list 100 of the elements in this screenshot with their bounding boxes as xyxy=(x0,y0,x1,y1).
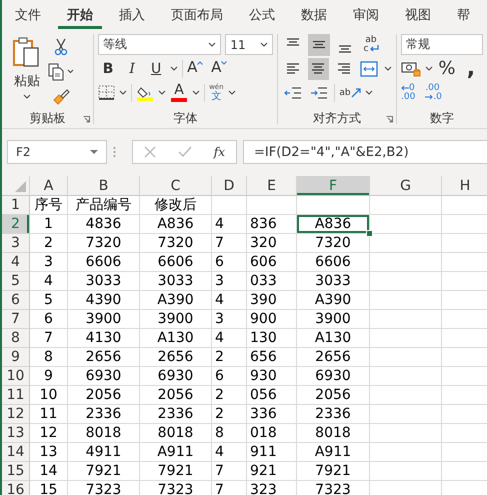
table-cell: 320 xyxy=(247,234,297,253)
column-header[interactable]: A xyxy=(30,176,68,196)
dialog-launcher-icon[interactable] xyxy=(386,116,394,123)
dropdown-triangle-icon xyxy=(90,150,98,154)
ribbon-tab[interactable]: 插入 xyxy=(110,0,154,30)
table-cell xyxy=(212,196,247,215)
caret-icon xyxy=(158,90,166,95)
table-cell xyxy=(370,291,442,310)
table-cell: 3900 xyxy=(68,310,140,329)
left-arrow-icon xyxy=(400,85,409,91)
fill-handle[interactable] xyxy=(366,230,373,237)
name-box[interactable]: F2 xyxy=(7,140,107,164)
check-icon[interactable] xyxy=(178,146,192,158)
column-header[interactable]: C xyxy=(140,176,212,196)
paste-button[interactable]: 粘贴 xyxy=(12,34,42,108)
row-header[interactable]: 15 xyxy=(2,462,30,481)
caret-icon xyxy=(365,90,374,95)
orientation-button[interactable]: ab xyxy=(339,82,362,104)
row-header[interactable]: 10 xyxy=(2,367,30,386)
table-cell xyxy=(370,253,442,272)
row-header[interactable]: 4 xyxy=(2,253,30,272)
row-header[interactable]: 1 xyxy=(2,196,30,215)
row-header[interactable]: 8 xyxy=(2,329,30,348)
table-cell: 900 xyxy=(247,310,297,329)
paint-bucket-icon xyxy=(136,84,154,100)
table-cell: 1 xyxy=(30,215,68,234)
row-header[interactable]: 16 xyxy=(2,481,30,495)
table-cell: 018 xyxy=(247,424,297,443)
table-cell xyxy=(370,386,442,405)
comma-style-button[interactable]: , xyxy=(460,58,481,79)
table-cell: A130 xyxy=(297,329,370,348)
row-header[interactable]: 14 xyxy=(2,443,30,462)
table-cell: 12 xyxy=(30,424,68,443)
row-header[interactable]: 11 xyxy=(2,386,30,405)
column-header[interactable]: F xyxy=(297,176,370,196)
right-arrow-icon xyxy=(425,94,434,100)
vertical-align-button[interactable] xyxy=(308,34,330,56)
table-cell: 921 xyxy=(247,462,297,481)
italic-button[interactable]: I xyxy=(122,58,142,79)
align-icon xyxy=(287,38,300,46)
table-cell: 4130 xyxy=(68,329,140,348)
increase-decimal-button[interactable]: 0 .00 xyxy=(400,84,416,102)
row-header[interactable]: 12 xyxy=(2,405,30,424)
row-header[interactable]: 2 xyxy=(2,215,30,234)
grow-font-button[interactable]: A xyxy=(187,58,208,79)
row-header[interactable]: 13 xyxy=(2,424,30,443)
percent-button[interactable]: % xyxy=(436,58,457,79)
bold-button[interactable]: B xyxy=(98,58,118,79)
copy-button[interactable] xyxy=(48,61,74,82)
wrap-text-button[interactable]: ab c xyxy=(360,34,382,56)
triangle-icon xyxy=(15,181,26,192)
table-cell: 5 xyxy=(30,291,68,310)
table-cell xyxy=(370,348,442,367)
row-header[interactable]: 7 xyxy=(2,310,30,329)
column-header[interactable]: B xyxy=(68,176,140,196)
table-cell: 4836 xyxy=(68,215,140,234)
ribbon-tab[interactable]: 审阅 xyxy=(344,0,388,30)
ribbon-tab[interactable]: 视图 xyxy=(396,0,440,30)
column-header[interactable]: E xyxy=(247,176,297,196)
ribbon-tab[interactable]: 页面布局 xyxy=(162,0,232,30)
number-format-field[interactable]: 常规 xyxy=(400,34,483,55)
column-header[interactable]: G xyxy=(370,176,442,196)
formula-field[interactable]: =IF(D2="4","A"&E2,B2) xyxy=(243,140,487,164)
table-cell: A390 xyxy=(140,291,212,310)
underline-button[interactable]: U xyxy=(146,58,166,79)
table-cell: 2656 xyxy=(68,348,140,367)
font-name-field[interactable]: 等线 xyxy=(98,34,222,55)
row-header[interactable]: 3 xyxy=(2,234,30,253)
ribbon-tab[interactable]: 数据 xyxy=(292,0,336,30)
horizontal-align-button[interactable] xyxy=(308,58,330,80)
ribbon-tab[interactable]: 帮 xyxy=(448,0,479,30)
decrease-decimal-button[interactable]: .00 .0 xyxy=(425,84,442,102)
column-header[interactable]: D xyxy=(212,176,247,196)
row-header[interactable]: 5 xyxy=(2,272,30,291)
ribbon-tab[interactable]: 文件 xyxy=(6,0,50,30)
ribbon-tab[interactable]: 开始 xyxy=(58,1,102,29)
table-cell xyxy=(370,405,442,424)
ribbon-tab[interactable]: 公式 xyxy=(240,0,284,30)
table-cell: 930 xyxy=(247,367,297,386)
caret-icon xyxy=(384,66,392,71)
table-cell: 13 xyxy=(30,443,68,462)
group-label: 数字 xyxy=(430,110,454,126)
dialog-launcher-icon[interactable] xyxy=(83,116,90,123)
font-color-button[interactable]: A xyxy=(170,82,188,103)
insert-function-button[interactable]: fx xyxy=(214,145,226,159)
caret-icon xyxy=(424,66,433,71)
row-header[interactable]: 9 xyxy=(2,348,30,367)
caret-icon xyxy=(228,90,236,95)
row-header[interactable]: 6 xyxy=(2,291,30,310)
down-caret-icon xyxy=(221,61,228,65)
table-cell: 3033 xyxy=(68,272,140,291)
grip-icon[interactable] xyxy=(113,146,116,158)
table-cell: 7320 xyxy=(68,234,140,253)
shrink-font-button[interactable]: A xyxy=(211,58,232,79)
outdent-icon xyxy=(284,86,302,100)
font-size-field[interactable]: 11 xyxy=(225,34,274,55)
table-cell: 6930 xyxy=(68,367,140,386)
table-cell: 3033 xyxy=(297,272,370,291)
column-header[interactable]: H xyxy=(442,176,487,196)
table-cell: 2336 xyxy=(297,405,370,424)
